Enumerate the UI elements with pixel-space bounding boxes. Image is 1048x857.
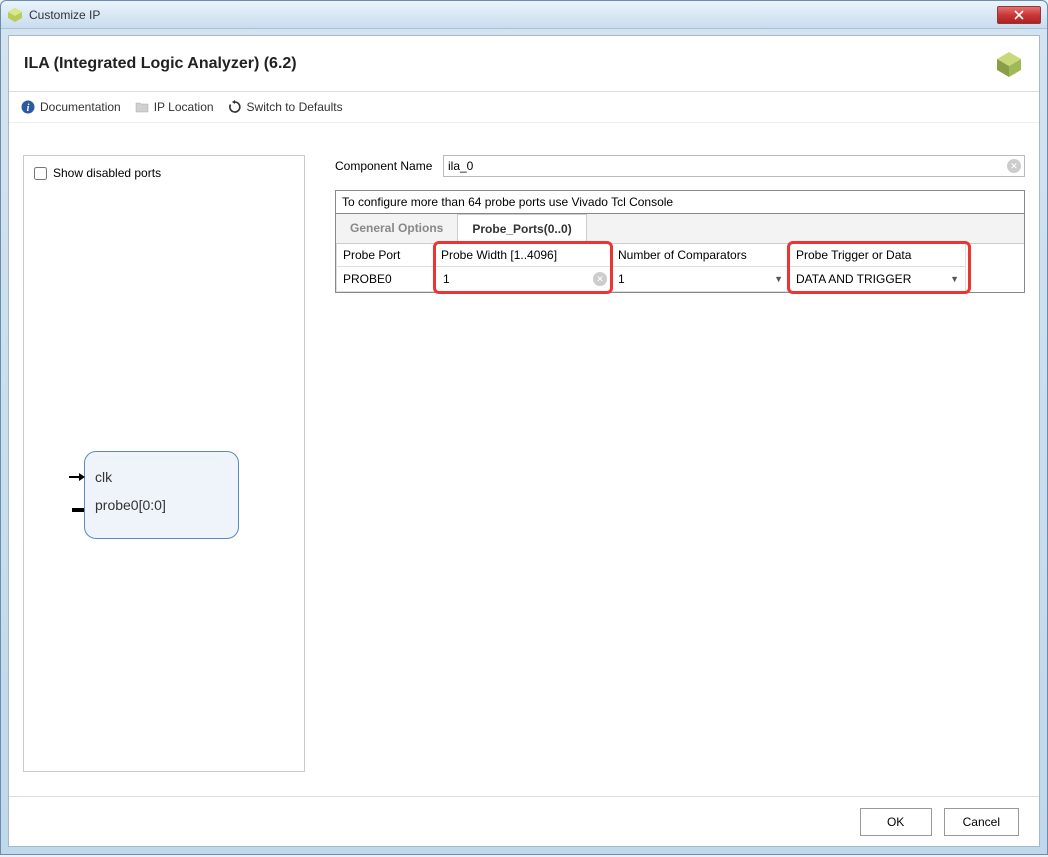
th-num-comparators: Number of Comparators [612,244,790,267]
cell-probe-port: PROBE0 [336,267,435,292]
ip-block: clk probe0[0:0] [84,451,239,539]
config-panel: Component Name ✕ To configure more than … [335,155,1025,772]
component-name-row: Component Name ✕ [335,155,1025,177]
component-name-label: Component Name [335,159,435,173]
close-button[interactable] [997,6,1041,24]
app-icon [7,7,23,23]
port-clk-label: clk [95,469,112,485]
cell-probe-width: ✕ [435,267,612,292]
show-disabled-row: Show disabled ports [34,166,294,180]
header: ILA (Integrated Logic Analyzer) (6.2) [9,36,1039,92]
clear-icon[interactable]: ✕ [593,272,607,286]
port-stub-icon [72,508,84,512]
show-disabled-checkbox[interactable] [34,167,47,180]
port-arrow-icon [69,469,85,485]
info-icon: i [21,100,35,114]
footer: OK Cancel [9,796,1039,846]
ip-block-diagram: clk probe0[0:0] [84,451,254,539]
th-probe-port: Probe Port [336,244,435,267]
hint-text: To configure more than 64 probe ports us… [336,191,1024,214]
toolbar: i Documentation IP Location Switch to De… [9,92,1039,123]
th-probe-width: Probe Width [1..4096] [435,244,612,267]
svg-text:i: i [27,103,30,114]
show-disabled-label: Show disabled ports [53,166,161,180]
content: Show disabled ports clk probe0[0:0] [9,141,1039,786]
clear-icon[interactable]: ✕ [1007,159,1021,173]
chevron-down-icon: ▼ [774,274,783,284]
refresh-icon [228,100,242,114]
cancel-button[interactable]: Cancel [944,808,1019,836]
switch-defaults-label: Switch to Defaults [247,100,343,114]
page-title: ILA (Integrated Logic Analyzer) (6.2) [24,55,994,73]
ip-location-label: IP Location [154,100,214,114]
config-box: To configure more than 64 probe ports us… [335,190,1025,293]
probe-table: Probe Port Probe Width [1..4096] Number … [336,244,1024,292]
port-probe0-label: probe0[0:0] [95,497,166,513]
trigger-data-value: DATA AND TRIGGER [796,272,911,286]
folder-icon [135,100,149,114]
port-probe0: probe0[0:0] [95,494,228,516]
switch-defaults-link[interactable]: Switch to Defaults [228,100,343,114]
component-name-input[interactable] [443,155,1025,177]
tab-probe-ports[interactable]: Probe_Ports(0..0) [457,214,586,244]
table-row: PROBE0 ✕ 1 ▼ DATA AND TRIGGER [336,267,1024,292]
chevron-down-icon: ▼ [950,274,959,284]
tabs: General Options Probe_Ports(0..0) [336,214,1024,244]
titlebar: Customize IP [1,1,1047,29]
dialog-body: ILA (Integrated Logic Analyzer) (6.2) i … [8,35,1040,847]
vivado-logo-icon [994,49,1024,79]
window-title: Customize IP [29,8,997,22]
app-window: Customize IP ILA (Integrated Logic Analy… [0,0,1048,855]
table-header-row: Probe Port Probe Width [1..4096] Number … [336,244,1024,267]
documentation-label: Documentation [40,100,121,114]
ports-panel: Show disabled ports clk probe0[0:0] [23,155,305,772]
ip-location-link[interactable]: IP Location [135,100,214,114]
th-trigger-data: Probe Trigger or Data [790,244,966,267]
cell-trigger-data[interactable]: DATA AND TRIGGER ▼ [790,267,966,292]
cell-num-comparators[interactable]: 1 ▼ [612,267,790,292]
close-icon [1014,10,1024,20]
probe-width-input[interactable] [441,271,605,287]
ok-button[interactable]: OK [860,808,932,836]
num-comparators-value: 1 [618,272,625,286]
tab-general-options[interactable]: General Options [336,214,457,243]
port-clk: clk [95,466,228,488]
documentation-link[interactable]: i Documentation [21,100,121,114]
